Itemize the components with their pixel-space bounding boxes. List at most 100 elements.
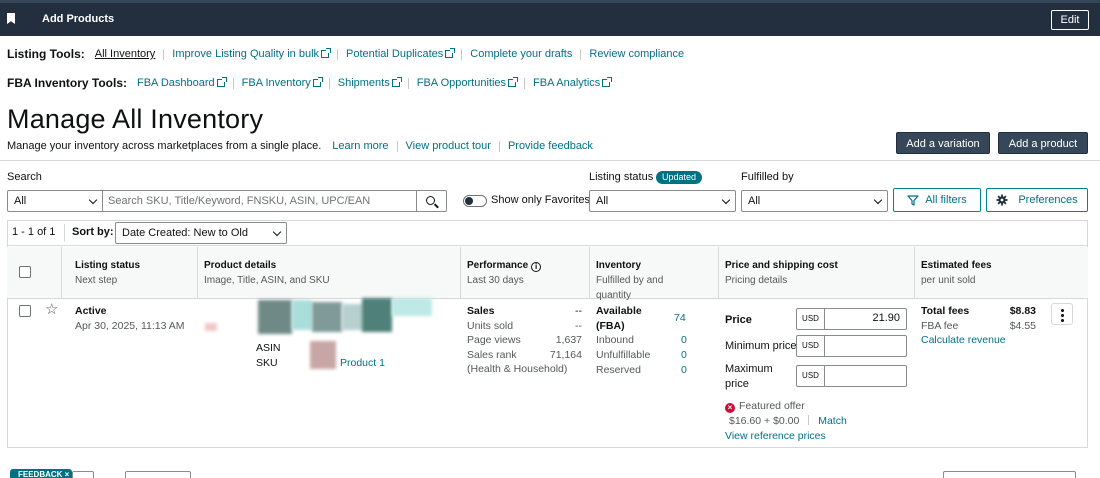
column-title: Price and shipping cost <box>725 260 838 271</box>
link-review-compliance[interactable]: Review compliance <box>589 48 684 60</box>
search-label: Search <box>7 171 42 183</box>
price-label: Price <box>725 314 752 326</box>
add-variation-button[interactable]: Add a variation <box>896 132 990 154</box>
chevron-down-icon <box>721 195 731 205</box>
divider <box>498 140 500 152</box>
link-shipments[interactable]: Shipments <box>338 77 402 89</box>
learn-more-link[interactable]: Learn more <box>332 140 388 152</box>
preferences-button[interactable]: Preferences <box>986 188 1088 212</box>
provide-feedback-link[interactable]: Provide feedback <box>508 140 593 152</box>
unfulfillable-value[interactable]: 0 <box>681 348 687 363</box>
page-subtitle-row: Manage your inventory across marketplace… <box>7 140 593 152</box>
asin-label: ASIN <box>256 342 281 354</box>
created-date: Apr 30, 2025, 11:13 AM <box>75 319 185 332</box>
listing-tools-row: Listing Tools: All Inventory Improve Lis… <box>7 46 684 62</box>
column-title: Estimated fees <box>921 260 992 271</box>
gear-icon <box>996 194 1008 206</box>
total-fees-value: $8.83 <box>1009 305 1036 317</box>
kebab-dot <box>1061 314 1064 317</box>
listing-status-select[interactable]: All <box>589 190 736 212</box>
favorites-label: Show only Favorites <box>491 194 591 206</box>
link-improve-listing-quality[interactable]: Improve Listing Quality in bulk <box>172 48 332 60</box>
page-size-select[interactable] <box>943 471 1076 478</box>
info-icon[interactable]: i <box>531 262 542 272</box>
table-header: Listing status Next step Product details… <box>7 247 1088 301</box>
units-value: -- <box>575 319 582 332</box>
product-link[interactable]: Product 1 <box>340 356 385 371</box>
search-button[interactable] <box>416 190 447 212</box>
sku-label: SKU <box>256 357 278 369</box>
edit-button[interactable]: Edit <box>1051 10 1089 30</box>
select-all-checkbox[interactable] <box>19 266 31 278</box>
column-inventory[interactable]: Inventory Fulfilled by and quantity <box>596 258 691 303</box>
search-input[interactable]: Search SKU, Title/Keyword, FNSKU, ASIN, … <box>102 190 417 212</box>
reserved-label: Reserved <box>596 364 641 376</box>
divider <box>337 48 339 60</box>
minimum-price-input[interactable]: USD <box>796 335 907 357</box>
fees-cell: Total fees $8.83 FBA fee $4.55 Calculate r… <box>921 304 1036 348</box>
performance-cell: Sales -- Units sold -- Page views 1,637 Sal… <box>467 304 582 377</box>
column-price[interactable]: Price and shipping cost Pricing details <box>725 258 838 288</box>
link-label: FBA Opportunities <box>416 77 507 89</box>
rank-category: (Health & Household) <box>467 363 568 375</box>
view-reference-prices-link[interactable]: View reference prices <box>725 429 826 444</box>
column-performance[interactable]: Performance i Last 30 days <box>467 258 542 288</box>
link-fba-inventory[interactable]: FBA Inventory <box>241 77 323 89</box>
page-control[interactable] <box>125 471 191 478</box>
divider <box>808 415 810 425</box>
link-potential-duplicates[interactable]: Potential Duplicates <box>346 48 456 60</box>
link-all-inventory[interactable]: All Inventory <box>95 48 156 60</box>
divider <box>580 48 582 60</box>
bookmark-icon[interactable] <box>7 13 15 24</box>
status-text: Active <box>75 305 107 317</box>
all-filters-button[interactable]: All filters <box>893 188 981 212</box>
favorites-toggle[interactable] <box>463 195 487 207</box>
fba-tools-label: FBA Inventory Tools: <box>7 76 127 90</box>
feedback-tab[interactable]: FEEDBACK × <box>10 469 72 478</box>
link-fba-dashboard[interactable]: FBA Dashboard <box>137 77 227 89</box>
listing-status-cell: Active Apr 30, 2025, 11:13 AM <box>75 304 185 333</box>
error-icon: × <box>725 403 735 413</box>
column-subtitle: Fulfilled by and quantity <box>596 275 664 301</box>
column-subtitle: Last 30 days <box>467 275 524 286</box>
available-value[interactable]: 74 <box>674 311 686 326</box>
listing-tools-label: Listing Tools: <box>7 47 85 61</box>
pager-bar: 1 - 1 of 1 Sort by: Date Created: New to… <box>7 220 1088 246</box>
link-fba-analytics[interactable]: FBA Analytics <box>533 77 613 89</box>
page-control[interactable] <box>72 471 94 478</box>
product-tour-link[interactable]: View product tour <box>406 140 491 152</box>
topbar-title: Add Products <box>42 13 115 25</box>
search-scope-value: All <box>14 195 27 207</box>
kebab-dot <box>1061 309 1064 312</box>
add-product-button[interactable]: Add a product <box>998 132 1088 154</box>
row-checkbox[interactable] <box>19 305 31 317</box>
column-product-details[interactable]: Product details Image, Title, ASIN, and … <box>204 258 330 288</box>
fulfilled-by-select[interactable]: All <box>741 190 888 212</box>
favorite-star-icon[interactable]: ☆ <box>45 302 58 317</box>
currency-label: USD <box>797 309 825 329</box>
maximum-price-input[interactable]: USD <box>796 365 907 387</box>
more-actions-button[interactable] <box>1051 303 1073 325</box>
calculate-revenue-link[interactable]: Calculate revenue <box>921 333 1036 348</box>
link-label: FBA Inventory <box>241 77 311 89</box>
reserved-value[interactable]: 0 <box>681 363 687 378</box>
search-icon <box>426 196 435 205</box>
all-filters-label: All filters <box>925 194 967 206</box>
rank-label: Sales rank <box>467 348 517 361</box>
divider <box>163 48 165 60</box>
sort-label: Sort by: <box>72 226 114 238</box>
rank-value: 71,164 <box>549 348 582 361</box>
price-input[interactable]: USD 21.90 <box>796 308 907 330</box>
sort-select[interactable]: Date Created: New to Old <box>115 222 287 244</box>
link-complete-drafts[interactable]: Complete your drafts <box>470 48 572 60</box>
divider <box>524 77 526 89</box>
column-listing-status[interactable]: Listing status Next step <box>75 258 140 288</box>
preferences-label: Preferences <box>1018 194 1078 206</box>
search-scope-select[interactable]: All <box>7 190 103 212</box>
inbound-value[interactable]: 0 <box>681 333 687 348</box>
match-link[interactable]: Match <box>818 415 847 427</box>
column-estimated-fees[interactable]: Estimated fees per unit sold <box>921 258 992 288</box>
link-fba-opportunities[interactable]: FBA Opportunities <box>416 77 519 89</box>
updated-badge: Updated <box>656 171 703 184</box>
divider <box>914 247 915 299</box>
